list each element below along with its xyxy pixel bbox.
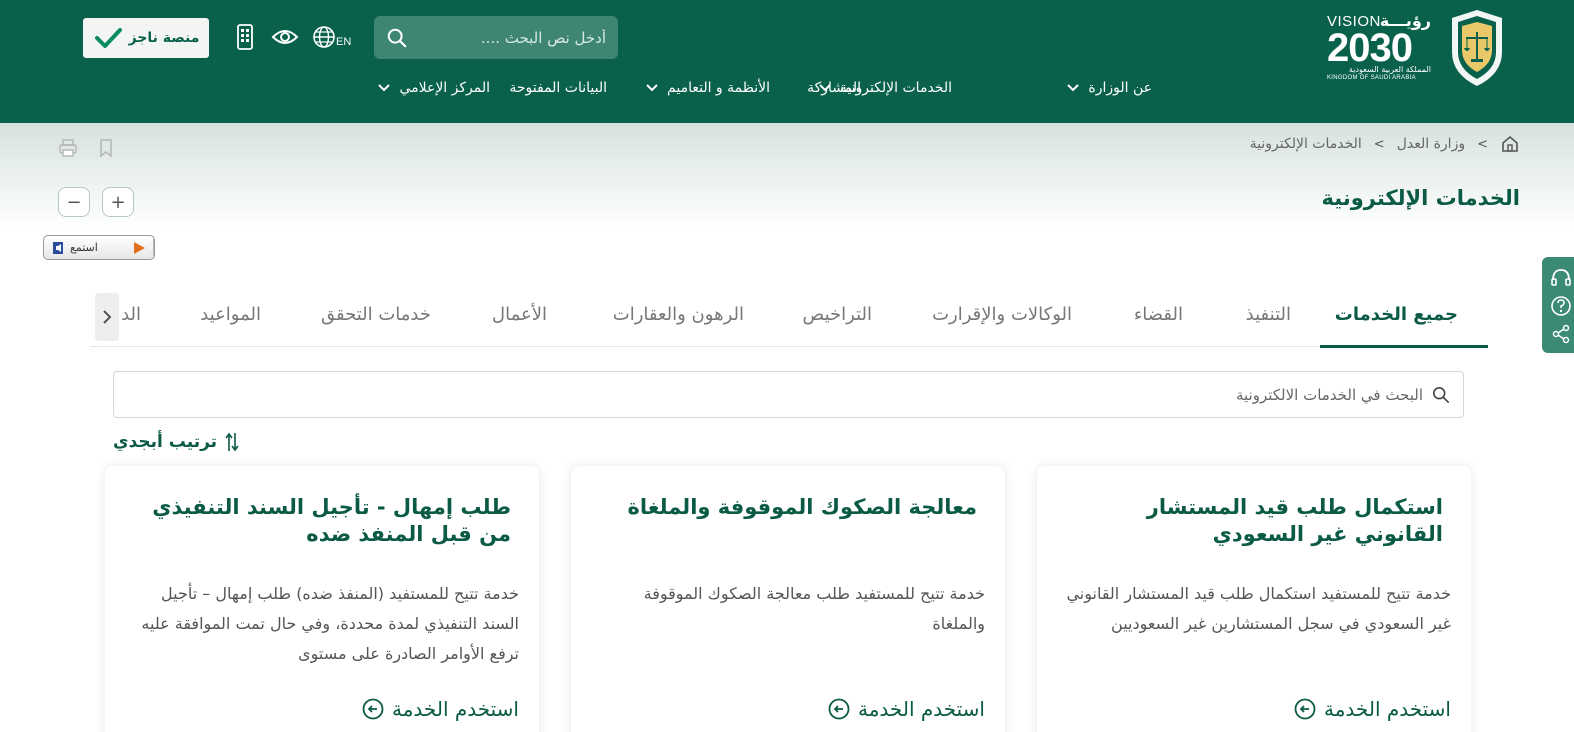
- service-card-description: خدمة تتيح للمستفيد طلب معالجة الصكوك الم…: [643, 584, 985, 633]
- chevron-down-icon: [378, 84, 391, 92]
- ministry-of-justice-logo[interactable]: [1444, 8, 1510, 88]
- vision-country-en: KINGDOM OF SAUDI ARABIA: [1327, 75, 1416, 81]
- globe-icon: [313, 26, 335, 48]
- tab-appointments[interactable]: المواعيد: [200, 304, 261, 346]
- search-icon[interactable]: [386, 27, 408, 49]
- vision-2030-logo: VISION رؤيـــة 2030 المملكة العربية السع…: [1327, 11, 1431, 85]
- najez-check-icon: [94, 28, 122, 48]
- tab-agencies[interactable]: الوكالات والإقرارت: [932, 304, 1072, 346]
- mobile-icon: [237, 24, 253, 50]
- tabs-scroll-button[interactable]: [95, 293, 119, 341]
- service-card-title[interactable]: معالجة الصكوك الموقوفة والملغاة: [597, 494, 977, 521]
- tab-verification[interactable]: خدمات التحقق: [321, 304, 431, 346]
- tab-mortgages-real-estate[interactable]: الرهون والعقارات: [613, 304, 744, 346]
- speaker-icon: [53, 241, 63, 254]
- nav-item-media-center[interactable]: المركز الإعلامي: [378, 75, 490, 101]
- headset-icon[interactable]: [1550, 267, 1572, 289]
- sort-label: ترتيب أبجدي: [113, 432, 218, 452]
- nav-item-label: المشاركة: [807, 80, 861, 96]
- nav-item-participation[interactable]: المشاركة: [807, 75, 861, 101]
- use-service-link[interactable]: استخدم الخدمة: [362, 694, 519, 724]
- service-card: معالجة الصكوك الموقوفة والملغاة خدمة تتي…: [571, 466, 1005, 732]
- tab-all-services[interactable]: جميع الخدمات: [1335, 304, 1458, 346]
- tab-judiciary[interactable]: القضاء: [1134, 304, 1183, 346]
- use-service-link[interactable]: استخدم الخدمة: [828, 694, 985, 724]
- nav-item-about[interactable]: عن الوزارة: [1067, 75, 1152, 101]
- site-header: VISION رؤيـــة 2030 المملكة العربية السع…: [0, 0, 1574, 123]
- share-icon[interactable]: [1550, 323, 1572, 345]
- page-title: الخدمات الإلكترونية: [1321, 186, 1520, 210]
- active-tab-indicator: [1320, 345, 1488, 348]
- najez-platform-button[interactable]: منصة ناجز: [83, 18, 209, 58]
- service-card-description: خدمة تتيح للمستفيد استكمال طلب قيد المست…: [1066, 584, 1451, 633]
- arrow-left-circle-icon: [828, 698, 850, 720]
- breadcrumb-separator: >: [1373, 136, 1385, 152]
- listen-label: استمع: [70, 241, 98, 254]
- zoom-in-button[interactable]: +: [102, 187, 134, 217]
- service-card-description: خدمة تتيح للمستفيد (المنفذ ضده) طلب إمها…: [141, 584, 519, 663]
- bookmark-icon[interactable]: [96, 138, 116, 158]
- breadcrumb-separator: >: [1477, 136, 1488, 152]
- use-service-label: استخدم الخدمة: [1324, 697, 1451, 721]
- breadcrumb: > وزارة العدل > الخدمات الإلكترونية: [1250, 134, 1520, 154]
- service-card: استكمال طلب قيد المستشار القانوني غير ال…: [1037, 466, 1471, 732]
- nav-item-regulations[interactable]: الأنظمة و التعاميم: [646, 75, 770, 101]
- tab-execution[interactable]: التنفيذ: [1246, 304, 1291, 346]
- eye-icon: [271, 30, 299, 44]
- arrow-left-circle-icon: [362, 698, 384, 720]
- sort-alphabetical-button[interactable]: ترتيب أبجدي: [113, 429, 239, 455]
- use-service-link[interactable]: استخدم الخدمة: [1294, 694, 1451, 724]
- main-nav: عن الوزارة الخدمات الإلكترونية المشاركة …: [360, 75, 1160, 101]
- breadcrumb-item: الخدمات الإلكترونية: [1249, 136, 1362, 152]
- vision-country-ar: المملكة العربية السعودية: [1348, 65, 1431, 74]
- help-icon[interactable]: [1550, 295, 1572, 317]
- header-search-input[interactable]: [416, 16, 606, 59]
- accessibility-button[interactable]: [271, 24, 299, 50]
- mobile-app-button[interactable]: [234, 24, 254, 50]
- use-service-label: استخدم الخدمة: [858, 697, 985, 721]
- service-search: [113, 371, 1464, 418]
- home-icon[interactable]: [1500, 134, 1520, 154]
- service-card-title[interactable]: طلب إمهال - تأجيل السند التنفيذي من قبل …: [131, 494, 511, 549]
- service-category-tabs: جميع الخدمات التنفيذ القضاء الوكالات وال…: [90, 290, 1488, 348]
- arrow-left-circle-icon: [1294, 698, 1316, 720]
- listen-button[interactable]: استمع: [43, 235, 155, 260]
- chevron-down-icon: [646, 84, 658, 92]
- nav-item-label: المركز الإعلامي: [399, 80, 490, 96]
- use-service-label: استخدم الخدمة: [392, 697, 519, 721]
- header-search: [374, 16, 618, 59]
- nav-item-label: البيانات المفتوحة: [509, 80, 607, 96]
- breadcrumb-item[interactable]: وزارة العدل: [1397, 136, 1465, 152]
- zoom-out-button[interactable]: −: [58, 187, 90, 217]
- play-button[interactable]: [124, 236, 154, 259]
- print-icon[interactable]: [58, 138, 78, 158]
- nav-item-label: عن الوزارة: [1088, 80, 1152, 96]
- nav-item-open-data[interactable]: البيانات المفتوحة: [509, 75, 607, 101]
- chevron-down-icon: [1067, 84, 1080, 92]
- nav-item-label: الأنظمة و التعاميم: [667, 80, 770, 96]
- side-tools-widget: [1542, 257, 1574, 353]
- sort-arrows-icon: [225, 432, 239, 452]
- najez-label: منصة ناجز: [128, 30, 200, 46]
- tab-business[interactable]: الأعمال: [492, 304, 547, 346]
- chevron-right-icon: [103, 310, 112, 324]
- service-card-title[interactable]: استكمال طلب قيد المستشار القانوني غير ال…: [1063, 494, 1443, 549]
- tab-truncated[interactable]: الد: [121, 304, 141, 346]
- language-label: EN: [336, 36, 352, 48]
- play-icon: [133, 241, 145, 254]
- language-switch[interactable]: EN: [312, 24, 358, 50]
- tab-licenses[interactable]: التراخيص: [803, 304, 872, 346]
- search-icon: [1432, 386, 1450, 404]
- service-search-input[interactable]: [143, 372, 1423, 417]
- listen-label-wrap: استمع: [44, 241, 98, 255]
- service-card: طلب إمهال - تأجيل السند التنفيذي من قبل …: [105, 466, 539, 732]
